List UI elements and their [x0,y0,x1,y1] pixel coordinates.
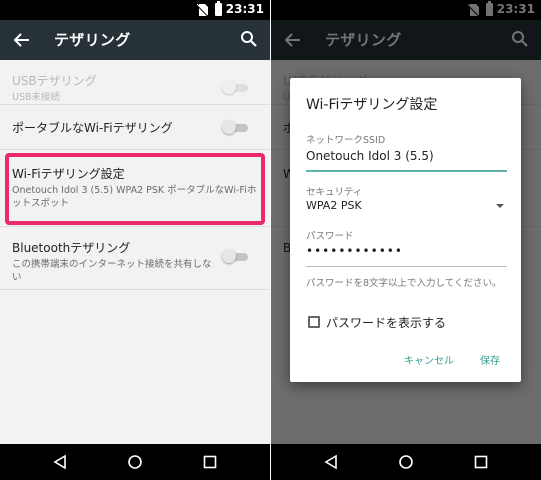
security-select[interactable]: WPA2 PSK [306,199,362,212]
nav-recents-icon[interactable] [473,454,489,470]
nav-recents-icon[interactable] [202,454,218,470]
no-sim-icon [197,4,208,16]
nav-back-icon[interactable] [52,454,68,470]
nav-back-icon[interactable] [323,454,339,470]
password-input[interactable]: •••••••••••• [306,244,403,258]
nav-home-icon[interactable] [398,454,414,470]
ssid-input[interactable]: Onetouch Idol 3 (5.5) [306,149,434,163]
usb-tethering-row: USBテザリング USB未接続 [0,60,270,104]
dialog-title: Wi-Fiテザリング設定 [306,97,438,113]
portable-wifi-tethering-row[interactable]: ポータブルなWi-Fiテザリング [0,105,270,149]
tethering-settings-screen: 23:31 テザリング USBテザリング USB未接続 ポータブルなWi-Fiテ… [0,0,270,480]
wifi-tethering-dialog-screen: 23:31 テザリング USBテザリング USB未接続 ポータブルなWi-Fiテ… [271,0,541,480]
search-icon[interactable] [240,30,258,48]
dropdown-arrow-icon[interactable] [496,204,504,208]
cancel-button[interactable]: キャンセル [404,352,454,367]
navigation-bar [271,444,541,480]
password-underline [306,266,507,267]
security-label: セキュリティ [306,187,363,198]
checkbox-icon[interactable] [308,316,320,328]
password-hint: パスワードを8文字以上で入力してください。 [306,278,502,289]
nav-home-icon[interactable] [127,454,143,470]
password-label: パスワード [306,231,354,242]
show-password-label[interactable]: パスワードを表示する [326,314,446,331]
back-arrow-icon[interactable] [12,30,32,50]
status-bar: 23:31 [0,0,270,20]
ssid-label: ネットワークSSID [306,135,386,146]
bluetooth-tethering-row[interactable]: Bluetoothテザリング この携帯端末のインターネット接続を共有しない [0,227,270,289]
wifi-tethering-settings-dialog: Wi-Fiテザリング設定 ネットワークSSID Onetouch Idol 3 … [290,78,521,382]
portable-wifi-tethering-switch[interactable] [222,120,250,134]
usb-tethering-switch [222,80,250,94]
navigation-bar [0,444,270,480]
app-bar: テザリング [0,20,270,60]
save-button[interactable]: 保存 [480,352,500,367]
page-title: テザリング [54,31,131,49]
bluetooth-tethering-switch[interactable] [222,249,250,263]
bluetooth-tethering-summary: この携帯端末のインターネット接続を共有しない [12,259,212,283]
ssid-underline [306,170,507,172]
status-time: 23:31 [225,2,264,16]
divider [0,289,270,290]
battery-icon [215,1,222,16]
highlight-annotation [5,153,265,225]
